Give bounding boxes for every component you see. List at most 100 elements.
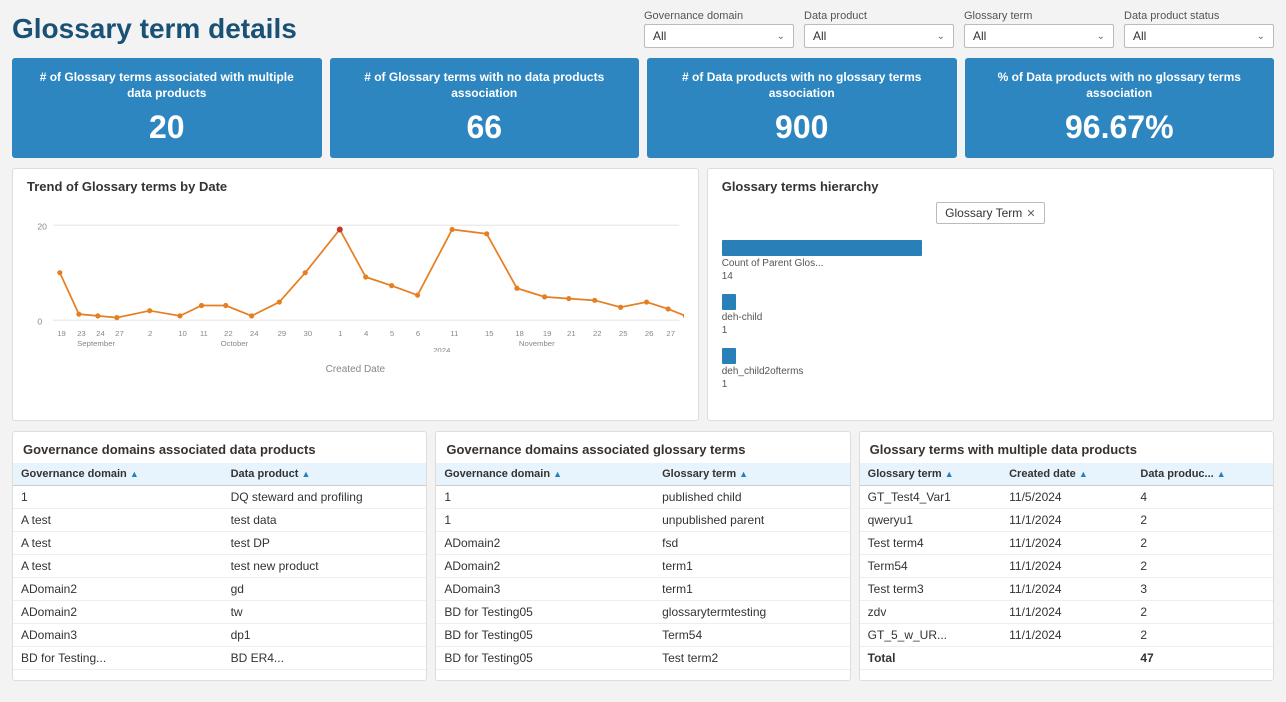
trend-chart-svg: 20 0 19 23 24 27 2 10 11 22 24 29 3 — [27, 202, 684, 352]
gov-glossary-terms-row-3: ADomain2term1 — [436, 555, 849, 578]
glossary-multiple-cell-6-0: GT_5_w_UR... — [860, 624, 1001, 647]
gov-glossary-terms-col-1[interactable]: Glossary term ▲ — [654, 463, 850, 486]
filter-select-1[interactable]: All ⌄ — [804, 24, 954, 48]
glossary-multiple-cell-6-1: 11/1/2024 — [1001, 624, 1132, 647]
gov-glossary-terms-table: Governance domain ▲Glossary term ▲ 1publ… — [436, 463, 849, 670]
kpi-value-3: 96.67% — [981, 109, 1259, 146]
filter-group-0: Governance domain All ⌄ — [644, 10, 794, 48]
glossary-multiple-cell-4-1: 11/1/2024 — [1001, 578, 1132, 601]
gov-glossary-terms-thead: Governance domain ▲Glossary term ▲ — [436, 463, 849, 486]
glossary-multiple-cell-3-1: 11/1/2024 — [1001, 555, 1132, 578]
hierarchy-bars: Count of Parent Glos... 14 deh-child 1 d… — [722, 232, 1259, 410]
glossary-multiple-row-6: GT_5_w_UR...11/1/20242 — [860, 624, 1273, 647]
kpi-title-0: # of Glossary terms associated with mult… — [28, 70, 306, 101]
glossary-multiple-cell-2-2: 2 — [1132, 532, 1273, 555]
gov-data-products-table-wrap: Governance domain ▲Data product ▲ 1DQ st… — [13, 463, 426, 670]
svg-text:19: 19 — [543, 329, 552, 338]
glossary-multiple-col-2[interactable]: Data produc... ▲ — [1132, 463, 1273, 486]
filter-label-3: Data product status — [1124, 10, 1274, 22]
kpi-card-0: # of Glossary terms associated with mult… — [12, 58, 322, 158]
gov-glossary-terms-cell-5-0: BD for Testing05 — [436, 601, 654, 624]
glossary-multiple-cell-6-2: 2 — [1132, 624, 1273, 647]
filter-group-1: Data product All ⌄ — [804, 10, 954, 48]
gov-glossary-terms-cell-7-0: BD for Testing05 — [436, 647, 654, 670]
filter-select-2[interactable]: All ⌄ — [964, 24, 1114, 48]
filter-value-2: All — [973, 29, 986, 43]
sort-icon-1: ▲ — [301, 469, 310, 479]
gov-glossary-terms-row-6: BD for Testing05Term54 — [436, 624, 849, 647]
kpi-value-0: 20 — [28, 109, 306, 146]
gov-glossary-terms-row-0: 1published child — [436, 486, 849, 509]
gov-data-products-cell-3-0: A test — [13, 555, 223, 578]
chart-x-label: Created Date — [27, 364, 684, 375]
hierarchy-filter[interactable]: Glossary Term ✕ — [936, 202, 1044, 224]
gov-glossary-terms-tbody: 1published child1unpublished parentADoma… — [436, 486, 849, 670]
svg-text:27: 27 — [115, 329, 124, 338]
gov-data-products-cell-7-0: BD for Testing... — [13, 647, 223, 670]
hierarchy-bar-row-2: deh_child2ofterms 1 — [722, 348, 1259, 390]
svg-text:19: 19 — [57, 329, 66, 338]
gov-glossary-terms-col-0[interactable]: Governance domain ▲ — [436, 463, 654, 486]
glossary-multiple-cell-0-1: 11/5/2024 — [1001, 486, 1132, 509]
svg-text:11: 11 — [450, 329, 458, 338]
kpi-value-1: 66 — [346, 109, 624, 146]
glossary-multiple-col-0[interactable]: Glossary term ▲ — [860, 463, 1001, 486]
gov-data-products-row-1: A testtest data — [13, 509, 426, 532]
hierarchy-bar-value-1: 1 — [722, 325, 763, 336]
gov-data-products-cell-3-1: test new product — [223, 555, 427, 578]
chevron-down-icon-1: ⌄ — [937, 31, 945, 42]
gov-data-products-row-3: A testtest new product — [13, 555, 426, 578]
svg-text:25: 25 — [619, 329, 628, 338]
hierarchy-bar-2 — [722, 348, 736, 364]
svg-text:18: 18 — [515, 329, 524, 338]
kpi-value-2: 900 — [663, 109, 941, 146]
glossary-multiple-row-5: zdv11/1/20242 — [860, 601, 1273, 624]
hierarchy-bar-label-0: Count of Parent Glos... — [722, 258, 922, 269]
filter-select-3[interactable]: All ⌄ — [1124, 24, 1274, 48]
gov-data-products-cell-2-1: test DP — [223, 532, 427, 555]
glossary-multiple-col-1[interactable]: Created date ▲ — [1001, 463, 1132, 486]
gov-glossary-terms-cell-6-0: BD for Testing05 — [436, 624, 654, 647]
gov-data-products-col-1[interactable]: Data product ▲ — [223, 463, 427, 486]
gov-glossary-terms-cell-7-1: Test term2 — [654, 647, 850, 670]
kpi-card-3: % of Data products with no glossary term… — [965, 58, 1275, 158]
glossary-multiple-cell-4-2: 3 — [1132, 578, 1273, 601]
gov-data-products-row-4: ADomain2gd — [13, 578, 426, 601]
glossary-multiple-cell-3-2: 2 — [1132, 555, 1273, 578]
hierarchy-filter-close[interactable]: ✕ — [1026, 207, 1035, 220]
sort-icon-1: ▲ — [739, 469, 748, 479]
gov-data-products-cell-0-1: DQ steward and profiling — [223, 486, 427, 509]
glossary-multiple-row-4: Test term311/1/20243 — [860, 578, 1273, 601]
gov-data-products-panel: Governance domains associated data produ… — [12, 431, 427, 681]
glossary-multiple-row-2: Test term411/1/20242 — [860, 532, 1273, 555]
filter-value-1: All — [813, 29, 826, 43]
gov-data-products-table: Governance domain ▲Data product ▲ 1DQ st… — [13, 463, 426, 670]
hierarchy-bar-row-1: deh-child 1 — [722, 294, 1259, 336]
filter-group-3: Data product status All ⌄ — [1124, 10, 1274, 48]
glossary-multiple-cell-1-2: 2 — [1132, 509, 1273, 532]
gov-data-products-tbody: 1DQ steward and profilingA testtest data… — [13, 486, 426, 670]
svg-text:23: 23 — [77, 329, 86, 338]
gov-data-products-header-row: Governance domain ▲Data product ▲ — [13, 463, 426, 486]
gov-data-products-col-0[interactable]: Governance domain ▲ — [13, 463, 223, 486]
sort-icon-0: ▲ — [553, 469, 562, 479]
glossary-multiple-cell-1-0: qweryu1 — [860, 509, 1001, 532]
gov-data-products-cell-1-0: A test — [13, 509, 223, 532]
svg-text:22: 22 — [224, 329, 233, 338]
kpi-card-2: # of Data products with no glossary term… — [647, 58, 957, 158]
sort-icon-0: ▲ — [130, 469, 139, 479]
gov-glossary-terms-cell-2-1: fsd — [654, 532, 850, 555]
svg-text:15: 15 — [485, 329, 494, 338]
gov-glossary-terms-cell-0-1: published child — [654, 486, 850, 509]
hierarchy-bar-label-2: deh_child2ofterms — [722, 366, 804, 377]
hierarchy-group-1: deh-child 1 — [722, 294, 763, 336]
gov-data-products-cell-0-0: 1 — [13, 486, 223, 509]
svg-text:24: 24 — [250, 329, 259, 338]
filter-select-0[interactable]: All ⌄ — [644, 24, 794, 48]
filter-label-2: Glossary term — [964, 10, 1114, 22]
bottom-row: Governance domains associated data produ… — [12, 431, 1274, 681]
gov-data-products-cell-7-1: BD ER4... — [223, 647, 427, 670]
kpi-row: # of Glossary terms associated with mult… — [12, 58, 1274, 158]
glossary-multiple-table: Glossary term ▲Created date ▲Data produc… — [860, 463, 1273, 670]
kpi-title-1: # of Glossary terms with no data product… — [346, 70, 624, 101]
